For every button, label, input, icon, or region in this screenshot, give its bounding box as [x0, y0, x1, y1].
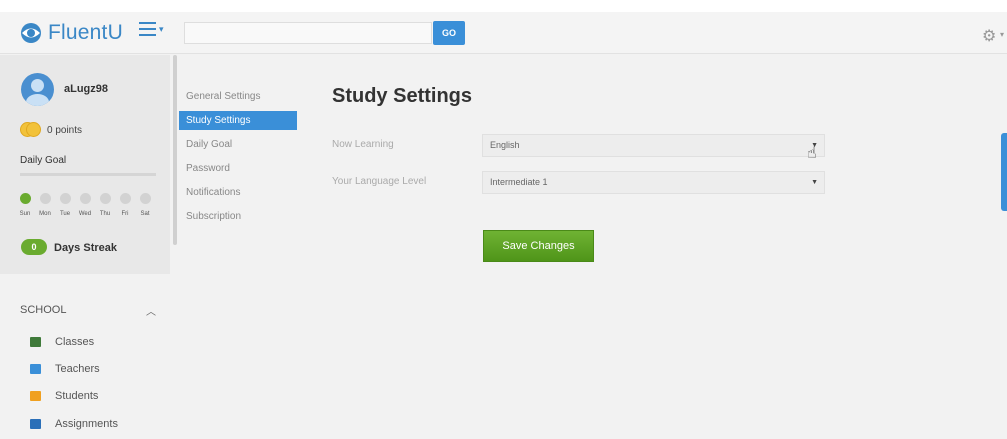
school-section-header[interactable]: SCHOOL	[20, 304, 66, 316]
settings-nav-notifications[interactable]: Notifications	[179, 183, 297, 202]
week-day-dot	[100, 193, 111, 204]
brand-name: FluentU	[48, 21, 123, 44]
students-icon	[30, 391, 41, 401]
gear-icon[interactable]: ⚙	[982, 26, 996, 46]
left-sidebar: aLugz98 0 points Daily Goal Sun Mon Tue Wed…	[0, 55, 170, 439]
points-count: 0 points	[47, 125, 83, 136]
page-scroll-indicator[interactable]	[1001, 133, 1007, 211]
settings-nav-password[interactable]: Password	[179, 159, 297, 178]
username[interactable]: aLugz98	[64, 83, 108, 95]
daily-goal-progress-bar	[20, 173, 156, 176]
week-day-labels: Sun Mon Tue Wed Thu Fri Sat	[20, 211, 160, 221]
assignments-icon	[30, 419, 41, 429]
week-day-dot	[140, 193, 151, 204]
settings-nav: General Settings Study Settings Daily Go…	[178, 55, 328, 439]
week-day-dot	[20, 193, 31, 204]
daily-goal-label: Daily Goal	[20, 155, 67, 166]
language-level-select[interactable]: Intermediate 1 ▼	[482, 171, 825, 194]
sidebar-item-label: Assignments	[55, 418, 118, 430]
sidebar-item-students[interactable]: Students	[30, 389, 98, 403]
sidebar-item-label: Teachers	[55, 363, 100, 375]
classes-icon	[30, 337, 41, 347]
week-progress-dots	[20, 193, 160, 205]
coin-icon	[20, 122, 42, 137]
search-input[interactable]	[184, 22, 432, 44]
sidebar-item-label: Students	[55, 390, 99, 402]
week-day-label: Thu	[99, 211, 111, 217]
sidebar-scrollbar[interactable]	[173, 55, 177, 245]
week-day-dot	[80, 193, 91, 204]
avatar[interactable]	[21, 73, 54, 106]
week-day-label: Mon	[39, 211, 51, 217]
save-changes-button[interactable]: Save Changes	[483, 230, 594, 262]
main-menu-button[interactable]: ▾	[139, 22, 164, 36]
now-learning-label: Now Learning	[332, 139, 394, 150]
streak-count-badge: 0	[21, 239, 47, 255]
now-learning-value: English	[490, 140, 520, 150]
settings-nav-subscription[interactable]: Subscription	[179, 207, 297, 226]
now-learning-select[interactable]: English ▼	[482, 134, 825, 157]
go-button[interactable]: GO	[433, 21, 465, 45]
page-title: Study Settings	[332, 85, 473, 107]
week-day-label: Sat	[140, 211, 150, 217]
sidebar-item-teachers[interactable]: Teachers	[30, 362, 100, 376]
chevron-up-icon[interactable]: ︿	[146, 303, 156, 318]
language-level-label: Your Language Level	[332, 176, 427, 187]
week-day-label: Fri	[121, 211, 129, 217]
sidebar-item-label: Classes	[55, 336, 95, 348]
hand-cursor-icon: ☝	[807, 145, 817, 162]
top-navbar: FluentU ▾ GO ⚙ ▾	[0, 12, 1007, 54]
settings-nav-general[interactable]: General Settings	[179, 87, 297, 106]
profile-panel: aLugz98 0 points Daily Goal Sun Mon Tue Wed…	[0, 55, 170, 274]
brand-logo[interactable]: FluentU	[18, 21, 123, 45]
week-day-label: Sun	[19, 211, 31, 217]
chevron-down-icon: ▾	[159, 23, 164, 34]
settings-nav-daily-goal[interactable]: Daily Goal	[179, 135, 297, 154]
week-day-dot	[60, 193, 71, 204]
streak-label: Days Streak	[54, 242, 117, 254]
sidebar-item-assignments[interactable]: Assignments	[30, 417, 118, 431]
week-day-dot	[40, 193, 51, 204]
teachers-icon	[30, 364, 41, 374]
chevron-down-icon[interactable]: ▾	[1000, 30, 1004, 39]
settings-nav-study[interactable]: Study Settings	[179, 111, 297, 130]
hamburger-icon	[139, 22, 156, 36]
fluentu-logo-icon	[21, 23, 41, 43]
top-strip	[0, 0, 1007, 12]
language-level-value: Intermediate 1	[490, 177, 548, 187]
sidebar-item-classes[interactable]: Classes	[30, 335, 94, 349]
week-day-label: Wed	[78, 211, 92, 217]
chevron-down-icon: ▼	[811, 179, 818, 186]
week-day-dot	[120, 193, 131, 204]
week-day-label: Tue	[59, 211, 71, 217]
